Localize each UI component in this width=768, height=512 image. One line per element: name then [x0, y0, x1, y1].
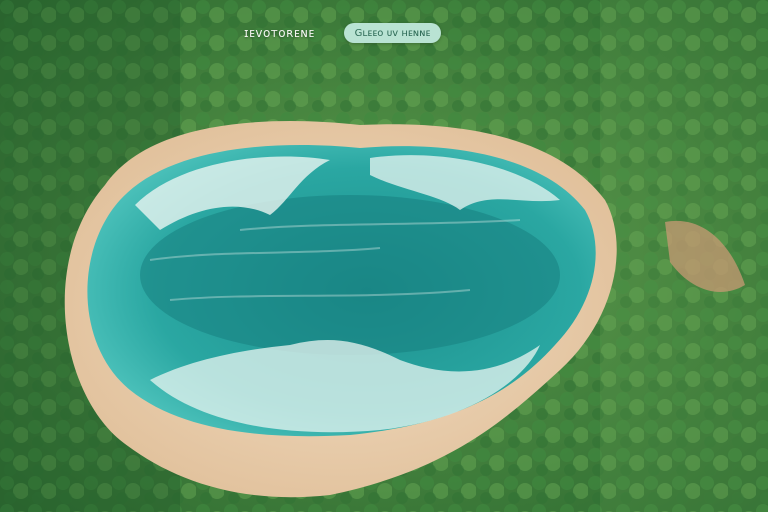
- label-pill[interactable]: Gʟᴇᴇᴏ ᴜᴠ ʜᴇɴɴᴇ: [344, 23, 441, 43]
- deep-water: [140, 195, 560, 355]
- landscape-illustration: [0, 0, 768, 512]
- image-caption: ɪᴇᴠᴏᴛᴏʀᴇɴᴇ: [244, 26, 315, 40]
- aerial-lake-photo: ɪᴇᴠᴏᴛᴏʀᴇɴᴇ Gʟᴇᴇᴏ ᴜᴠ ʜᴇɴɴᴇ: [0, 0, 768, 512]
